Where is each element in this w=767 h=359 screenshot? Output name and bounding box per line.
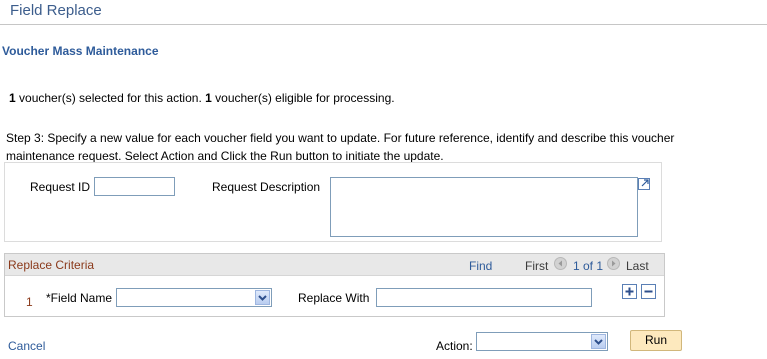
- last-label: Last: [626, 259, 649, 273]
- action-select[interactable]: [476, 332, 608, 351]
- plus-icon: [625, 287, 634, 296]
- row-number: 1: [26, 295, 33, 309]
- action-label: Action:: [436, 339, 473, 353]
- eligible-text: voucher(s) eligible for processing.: [215, 91, 395, 105]
- title-divider: [0, 24, 767, 25]
- replace-with-label: Replace With: [298, 291, 370, 305]
- add-row-button[interactable]: [622, 284, 637, 299]
- chevron-down-icon: [591, 334, 606, 349]
- run-button[interactable]: Run: [630, 330, 682, 351]
- find-link[interactable]: Find: [469, 259, 492, 273]
- row-range: 1 of 1: [573, 259, 604, 273]
- field-name-select[interactable]: [116, 288, 272, 307]
- eligible-count: 1: [205, 91, 212, 105]
- grid-title: Replace Criteria: [8, 258, 95, 272]
- page-title: Field Replace: [10, 2, 102, 19]
- request-id-input[interactable]: [94, 177, 175, 196]
- next-arrow-icon[interactable]: [607, 257, 620, 270]
- selected-count: 1: [9, 91, 16, 105]
- replace-with-input[interactable]: [376, 288, 592, 307]
- field-name-label: *Field Name: [46, 291, 113, 305]
- chevron-down-icon: [255, 290, 270, 305]
- cancel-link[interactable]: Cancel: [8, 339, 45, 353]
- delete-row-button[interactable]: [641, 284, 656, 299]
- selection-info: 1 voucher(s) selected for this action. 1…: [9, 91, 395, 105]
- sub-title: Voucher Mass Maintenance: [2, 44, 159, 58]
- expand-textarea-icon[interactable]: [638, 178, 652, 190]
- first-label: First: [525, 259, 549, 273]
- step-instructions: Step 3: Specify a new value for each vou…: [6, 131, 675, 163]
- previous-arrow-icon[interactable]: [554, 257, 567, 270]
- minus-icon: [644, 290, 653, 293]
- request-id-label: Request ID: [30, 180, 91, 194]
- selected-text: voucher(s) selected for this action.: [19, 91, 202, 105]
- request-description-textarea[interactable]: [330, 177, 638, 237]
- request-description-label: Request Description: [212, 180, 321, 194]
